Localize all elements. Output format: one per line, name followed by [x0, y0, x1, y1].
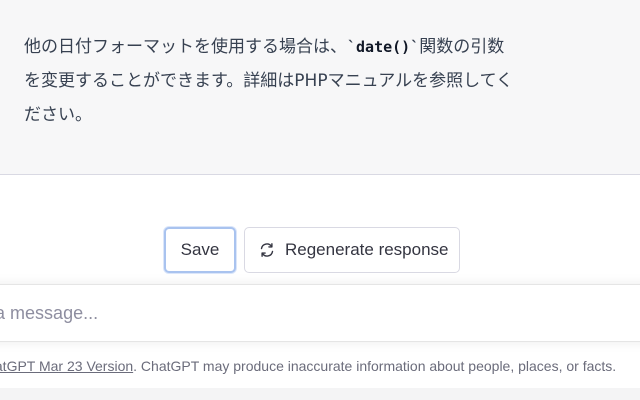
regenerate-button-label: Regenerate response	[285, 240, 449, 259]
code-backtick-open: `	[347, 38, 357, 56]
assistant-message: 他の日付フォーマットを使用する場合は、`date()`関数の引数 を変更することが…	[0, 0, 640, 175]
disclaimer-text: . ChatGPT may produce inaccurate informa…	[133, 358, 617, 374]
save-button[interactable]: Save	[164, 227, 236, 273]
answer-line1-post: 関数の引数	[419, 37, 505, 57]
footer-disclaimer: ChatGPT Mar 23 Version. ChatGPT may prod…	[0, 358, 640, 374]
refresh-icon	[259, 242, 275, 258]
message-composer	[0, 284, 640, 342]
answer-line3: ださい。	[24, 105, 92, 125]
code-backtick-close: `	[410, 38, 420, 56]
message-input[interactable]	[0, 285, 640, 341]
inline-code: date()	[356, 38, 411, 56]
answer-line1-pre: 他の日付フォーマットを使用する場合は、	[24, 37, 347, 57]
assistant-message-text: 他の日付フォーマットを使用する場合は、`date()`関数の引数 を変更することが…	[24, 30, 594, 132]
regenerate-response-button[interactable]: Regenerate response	[244, 227, 460, 273]
bottom-edge	[0, 388, 640, 400]
version-link[interactable]: ChatGPT Mar 23 Version	[0, 358, 133, 374]
save-button-label: Save	[180, 240, 220, 259]
answer-line2: を変更することができます。詳細はPHPマニュアルを参照してく	[24, 71, 514, 91]
edit-action-buttons: Save Regenerate response	[164, 227, 460, 273]
